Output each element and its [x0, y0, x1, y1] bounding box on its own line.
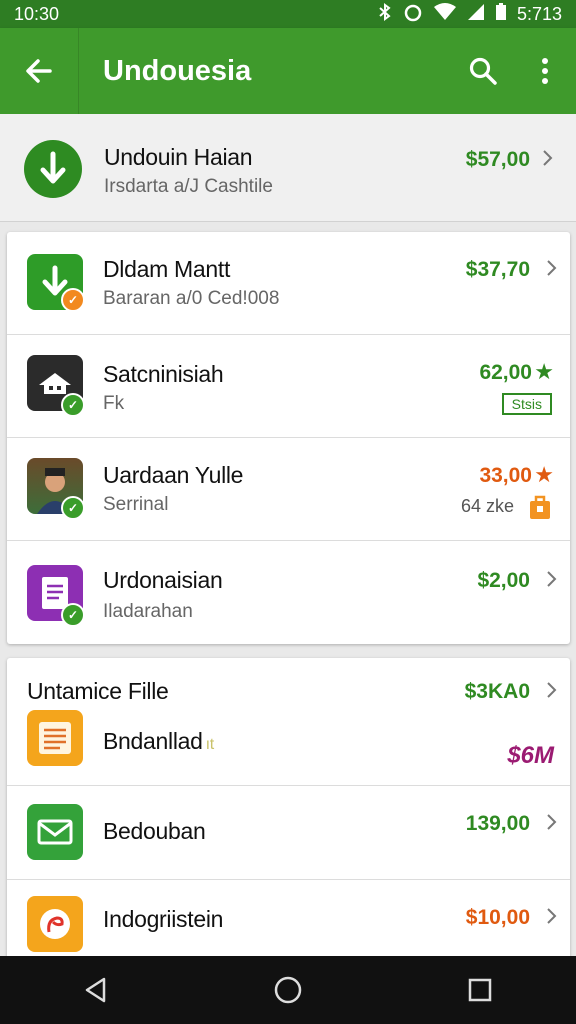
chat-app-icon [27, 896, 83, 952]
triangle-back-icon [85, 977, 106, 1003]
list-card-1: ✓ Dldam Mantt Bararan a/0 Ced!008 $37,70… [7, 232, 570, 644]
sparkle-mark: ıt [205, 736, 215, 753]
more-options-button[interactable] [514, 28, 576, 114]
top-list-item[interactable]: Undouin Haian Irsdarta a/J Cashtile $57,… [0, 114, 576, 222]
item-title: Indogriistein [103, 906, 224, 932]
list-item[interactable]: ✓ Dldam Mantt Bararan a/0 Ced!008 $37,70 [7, 232, 570, 335]
nav-recents-button[interactable] [450, 960, 510, 1020]
item-title: Bndanllad ıt [103, 728, 215, 754]
star-icon: ★ [534, 359, 554, 384]
download-icon [24, 140, 82, 198]
wifi-icon [433, 2, 457, 26]
system-nav-bar [0, 956, 576, 1024]
item-price: $10,00 [465, 906, 530, 929]
chevron-right-icon [542, 148, 554, 173]
item-title: Uardaan Yulle [103, 462, 244, 488]
square-recents-icon [468, 978, 492, 1002]
check-badge-icon: ✓ [61, 496, 85, 520]
chevron-right-icon [546, 906, 558, 931]
item-price: 139,00 [465, 812, 530, 835]
mail-app-icon [27, 804, 83, 860]
item-title: Urdonaisian [103, 567, 223, 593]
item-subtitle: Irsdarta a/J Cashtile [104, 176, 273, 197]
item-price: $6M [507, 742, 554, 769]
item-price: $2,00 [477, 569, 530, 592]
item-title: Bedouban [103, 818, 206, 844]
list-item[interactable]: ✓ Urdonaisian Iladarahan $2,00 [7, 541, 570, 644]
more-vert-icon [542, 58, 548, 84]
check-badge-icon: ✓ [61, 603, 85, 627]
list-item[interactable]: ✓ Satcninisiah Fk 62,00 ★ Stsis [7, 335, 570, 438]
chevron-right-icon [546, 569, 558, 594]
check-badge-icon: ✓ [61, 393, 85, 417]
item-subtitle: Fk [103, 393, 125, 414]
nav-back-button[interactable] [66, 960, 126, 1020]
item-price: $37,70 [465, 258, 530, 281]
item-title: Satcninisiah [103, 361, 224, 387]
item-price: 62,00 [479, 361, 532, 384]
list-card-2: Untamice Fille $3KA0 Bndanllad ıt $6M Bed… [7, 658, 570, 968]
status-time: 10:30 [14, 3, 60, 24]
bag-icon [528, 494, 552, 525]
section-header-price: $3KA0 [464, 680, 530, 703]
notes-app-icon [27, 710, 83, 766]
search-icon [469, 57, 497, 85]
back-button[interactable] [0, 28, 79, 114]
item-extra: 64 zke [460, 496, 514, 516]
item-price: 33,00 [479, 464, 532, 487]
check-badge-icon: ✓ [61, 288, 85, 312]
signal-icon [467, 3, 485, 26]
item-subtitle: Bararan a/0 Ced!008 [103, 288, 280, 309]
app-bar: Undouesia [0, 28, 576, 114]
status-bar: 10:30 5:713 [0, 0, 576, 28]
alarm-icon [403, 2, 423, 27]
star-icon: ★ [534, 462, 554, 487]
nav-home-button[interactable] [258, 960, 318, 1020]
item-subtitle: Iladarahan [103, 601, 193, 622]
battery-icon [495, 2, 507, 26]
chevron-right-icon [546, 812, 558, 837]
item-title: Dldam Mantt [103, 256, 231, 282]
list-item[interactable]: Bndanllad ıt $6M [7, 708, 570, 786]
list-item[interactable]: Indogriistein $10,00 [7, 880, 570, 968]
page-title: Undouesia [103, 54, 252, 87]
chevron-right-icon [546, 680, 558, 705]
list-item[interactable]: Bedouban 139,00 [7, 786, 570, 880]
section-header: Untamice Fille [27, 678, 169, 704]
bluetooth-icon [377, 2, 393, 26]
status-tag: Stsis [501, 393, 552, 415]
item-title: Undouin Haian [104, 144, 253, 170]
chevron-right-icon [546, 258, 558, 283]
search-button[interactable] [452, 28, 514, 114]
circle-home-icon [274, 976, 302, 1004]
item-price: $57,00 [465, 148, 530, 171]
arrow-left-icon [26, 59, 52, 83]
status-clock: 5:713 [516, 3, 562, 24]
item-subtitle: Serrinal [103, 494, 169, 515]
list-item[interactable]: ✓ Uardaan Yulle Serrinal 33,00 ★ 64 zke [7, 438, 570, 541]
